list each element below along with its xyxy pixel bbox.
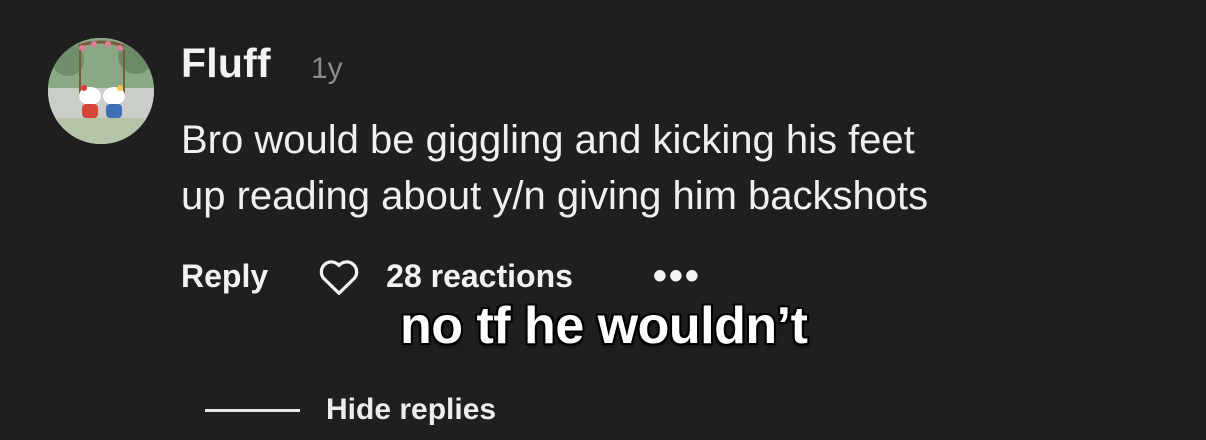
comment-thread: Fluff 1y Bro would be giggling and kicki… xyxy=(0,0,1206,440)
avatar[interactable] xyxy=(48,38,154,144)
comment-timestamp: 1y xyxy=(311,52,343,85)
comment-actions: Reply 28 reactions ••• xyxy=(181,252,701,300)
more-horizontal-icon[interactable]: ••• xyxy=(653,256,701,296)
avatar-image xyxy=(48,38,154,144)
hide-replies-button[interactable]: Hide replies xyxy=(205,393,496,427)
hide-replies-label: Hide replies xyxy=(326,393,497,426)
comment-text: Bro would be giggling and kicking his fe… xyxy=(181,112,1141,224)
comment-text-line: up reading about y/n giving him backshot… xyxy=(181,174,929,218)
heart-outline-icon[interactable] xyxy=(316,255,362,297)
video-caption-overlay: no tf he wouldn’t xyxy=(400,297,808,355)
comment-username[interactable]: Fluff xyxy=(181,40,271,87)
divider-line xyxy=(205,408,300,412)
reactions-count[interactable]: 28 reactions xyxy=(386,258,573,295)
reply-button[interactable]: Reply xyxy=(181,258,268,295)
comment-text-line: Bro would be giggling and kicking his fe… xyxy=(181,118,915,162)
